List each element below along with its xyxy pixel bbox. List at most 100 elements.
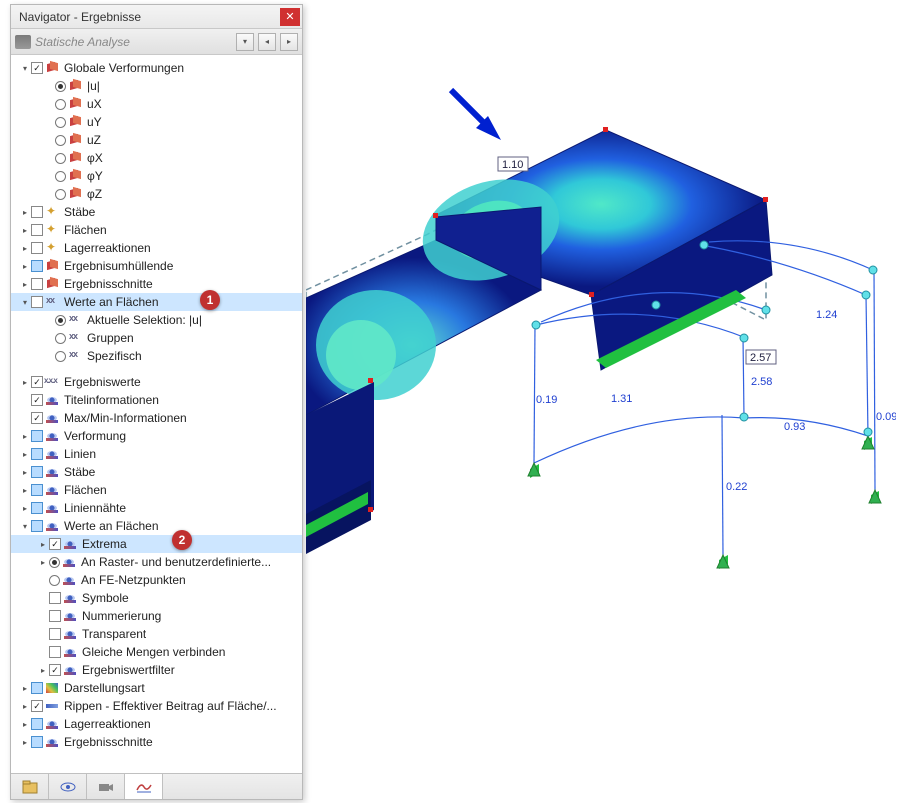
tree-item-linien[interactable]: ▸ Linien <box>11 445 302 463</box>
radio[interactable] <box>55 351 66 362</box>
tree-item-lagerreaktionen[interactable]: ▸ Lagerreaktionen <box>11 239 302 257</box>
tab-project[interactable] <box>11 774 49 799</box>
expander-icon[interactable]: ▸ <box>19 736 31 748</box>
expander-icon[interactable]: ▸ <box>19 278 31 290</box>
checkbox[interactable]: ✓ <box>31 412 43 424</box>
tree-item-ergebnisumhuellende[interactable]: ▸ Ergebnisumhüllende <box>11 257 302 275</box>
radio[interactable] <box>55 153 66 164</box>
checkbox[interactable] <box>49 610 61 622</box>
radio[interactable] <box>49 575 60 586</box>
checkbox[interactable] <box>31 484 43 496</box>
expander-icon[interactable]: ▸ <box>19 206 31 218</box>
close-button[interactable]: ✕ <box>280 8 300 26</box>
tree-item-spezifisch[interactable]: Spezifisch <box>11 347 302 365</box>
expander-icon[interactable]: ▸ <box>37 538 49 550</box>
radio[interactable] <box>49 557 60 568</box>
tree-item-phix[interactable]: φX <box>11 149 302 167</box>
expander-icon[interactable]: ▸ <box>19 448 31 460</box>
tree-item-ux[interactable]: uX <box>11 95 302 113</box>
dropdown-button[interactable]: ▾ <box>236 33 254 51</box>
checkbox[interactable] <box>31 466 43 478</box>
checkbox[interactable] <box>31 224 43 236</box>
radio[interactable] <box>55 99 66 110</box>
expander-icon[interactable]: ▸ <box>19 260 31 272</box>
checkbox[interactable]: ✓ <box>49 664 61 676</box>
checkbox[interactable]: ✓ <box>31 394 43 406</box>
results-tree[interactable]: ▾ ✓ Globale Verformungen |u| uX uY <box>11 55 302 773</box>
radio[interactable] <box>55 333 66 344</box>
checkbox[interactable] <box>49 592 61 604</box>
checkbox[interactable]: ✓ <box>31 376 43 388</box>
tree-item-phiz[interactable]: φZ <box>11 185 302 203</box>
tree-item-transparent[interactable]: Transparent <box>11 625 302 643</box>
tree-item-an-raster[interactable]: ▸ An Raster- und benutzerdefinierte... <box>11 553 302 571</box>
checkbox[interactable] <box>31 430 43 442</box>
checkbox[interactable] <box>31 520 43 532</box>
tree-item-staebe2[interactable]: ▸ Stäbe <box>11 463 302 481</box>
tree-item-ergebniswerte[interactable]: ▸ ✓ Ergebniswerte <box>11 373 302 391</box>
tree-item-liniennaehte[interactable]: ▸ Liniennähte <box>11 499 302 517</box>
tree-item-rippen[interactable]: ▸ ✓ Rippen - Effektiver Beitrag auf Fläc… <box>11 697 302 715</box>
checkbox[interactable]: ✓ <box>31 700 43 712</box>
expander-icon[interactable]: ▸ <box>19 430 31 442</box>
prev-button[interactable]: ◂ <box>258 33 276 51</box>
expander-icon[interactable]: ▸ <box>19 242 31 254</box>
expander-icon[interactable]: ▸ <box>19 682 31 694</box>
tree-item-darstellungsart[interactable]: ▸ Darstellungsart <box>11 679 302 697</box>
tab-results[interactable] <box>125 774 163 799</box>
radio[interactable] <box>55 171 66 182</box>
tree-item-gleiche-mengen[interactable]: Gleiche Mengen verbinden <box>11 643 302 661</box>
checkbox[interactable] <box>31 448 43 460</box>
radio[interactable] <box>55 189 66 200</box>
radio[interactable] <box>55 117 66 128</box>
tree-item-aktuelle-selektion[interactable]: Aktuelle Selektion: |u| <box>11 311 302 329</box>
tree-item-ergebnisschnitte[interactable]: ▸ Ergebnisschnitte <box>11 275 302 293</box>
expander-icon[interactable]: ▸ <box>37 664 49 676</box>
tree-item-flaechen[interactable]: ▸ Flächen <box>11 221 302 239</box>
expander-icon[interactable]: ▸ <box>19 484 31 496</box>
expander-icon[interactable]: ▸ <box>19 700 31 712</box>
tree-item-extrema[interactable]: ▸ ✓ Extrema <box>11 535 302 553</box>
checkbox[interactable]: ✓ <box>49 538 61 550</box>
checkbox[interactable] <box>31 718 43 730</box>
checkbox[interactable] <box>31 278 43 290</box>
tree-item-phiy[interactable]: φY <box>11 167 302 185</box>
next-button[interactable]: ▸ <box>280 33 298 51</box>
radio[interactable] <box>55 81 66 92</box>
expander-icon[interactable]: ▸ <box>37 556 49 568</box>
tree-item-maxmin[interactable]: ✓ Max/Min-Informationen <box>11 409 302 427</box>
checkbox[interactable] <box>49 646 61 658</box>
tree-item-lagerreaktionen2[interactable]: ▸ Lagerreaktionen <box>11 715 302 733</box>
tree-item-ergebnisschnitte2[interactable]: ▸ Ergebnisschnitte <box>11 733 302 751</box>
expander-icon[interactable]: ▾ <box>19 520 31 532</box>
tree-item-staebe[interactable]: ▸ Stäbe <box>11 203 302 221</box>
tree-item-werte-an-flaechen2[interactable]: ▾ Werte an Flächen <box>11 517 302 535</box>
tree-item-gruppen[interactable]: Gruppen <box>11 329 302 347</box>
checkbox[interactable]: ✓ <box>31 62 43 74</box>
checkbox[interactable] <box>31 682 43 694</box>
tree-item-verformung[interactable]: ▸ Verformung <box>11 427 302 445</box>
tree-item-ergebniswertfilter[interactable]: ▸ ✓ Ergebniswertfilter <box>11 661 302 679</box>
3d-viewport[interactable]: 1.10 1.24 2.57 2.58 0.19 1.31 0.93 0.09 … <box>306 60 896 610</box>
checkbox[interactable] <box>31 296 43 308</box>
tree-item-nummerierung[interactable]: Nummerierung <box>11 607 302 625</box>
tree-item-uy[interactable]: uY <box>11 113 302 131</box>
checkbox[interactable] <box>31 206 43 218</box>
expander-icon[interactable]: ▾ <box>19 296 31 308</box>
checkbox[interactable] <box>31 260 43 272</box>
tree-item-flaechen2[interactable]: ▸ Flächen <box>11 481 302 499</box>
tree-item-an-fe[interactable]: An FE-Netzpunkten <box>11 571 302 589</box>
tree-item-werte-an-flaechen[interactable]: ▾ Werte an Flächen <box>11 293 302 311</box>
radio[interactable] <box>55 135 66 146</box>
checkbox[interactable] <box>31 736 43 748</box>
tree-item-u[interactable]: |u| <box>11 77 302 95</box>
tree-item-uz[interactable]: uZ <box>11 131 302 149</box>
tree-item-titelinformationen[interactable]: ✓ Titelinformationen <box>11 391 302 409</box>
tree-item-symbole[interactable]: Symbole <box>11 589 302 607</box>
expander-icon[interactable]: ▸ <box>19 376 31 388</box>
radio[interactable] <box>55 315 66 326</box>
expander-icon[interactable]: ▸ <box>19 718 31 730</box>
analysis-type-label[interactable]: Statische Analyse <box>35 35 232 49</box>
expander-icon[interactable]: ▸ <box>19 502 31 514</box>
tab-display[interactable] <box>49 774 87 799</box>
